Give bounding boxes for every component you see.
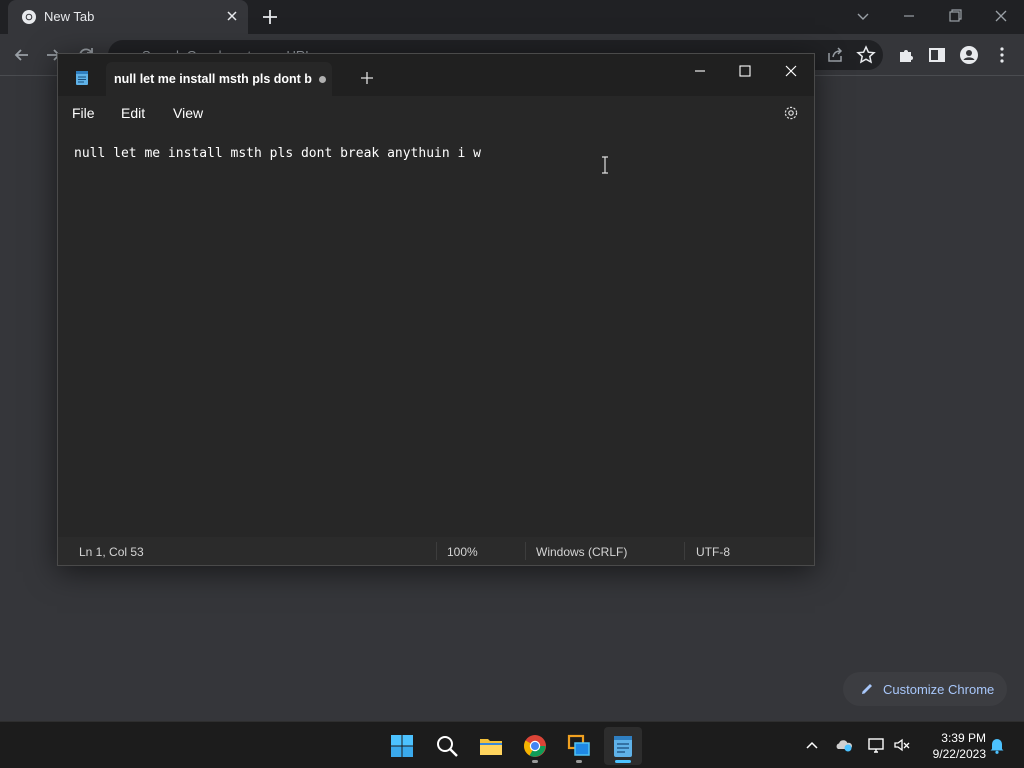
menu-view[interactable]: View bbox=[173, 105, 203, 121]
status-line-ending: Windows (CRLF) bbox=[536, 545, 628, 559]
menu-edit[interactable]: Edit bbox=[121, 105, 145, 121]
notepad-menubar: File Edit View bbox=[58, 96, 814, 132]
notepad-icon bbox=[614, 736, 632, 757]
menu-file[interactable]: File bbox=[72, 105, 95, 121]
status-divider bbox=[684, 542, 685, 560]
taskbar-file-explorer[interactable] bbox=[472, 727, 510, 765]
settings-gear-icon[interactable] bbox=[782, 104, 800, 122]
tab-search-icon[interactable] bbox=[849, 4, 877, 28]
back-icon[interactable] bbox=[11, 44, 33, 66]
onedrive-icon[interactable] bbox=[834, 735, 854, 755]
taskbar-chrome[interactable] bbox=[516, 727, 554, 765]
notepad-content: null let me install msth pls dont break … bbox=[74, 146, 481, 161]
taskbar-remote-app[interactable] bbox=[560, 727, 598, 765]
status-divider bbox=[436, 542, 437, 560]
extensions-icon[interactable] bbox=[895, 44, 917, 66]
active-indicator bbox=[615, 760, 631, 763]
system-clock[interactable]: 3:39 PM 9/22/2023 bbox=[920, 730, 986, 762]
chrome-icon bbox=[524, 735, 546, 757]
close-tab-icon[interactable] bbox=[223, 7, 241, 25]
network-icon[interactable] bbox=[866, 735, 886, 755]
customize-chrome-label: Customize Chrome bbox=[883, 682, 995, 697]
share-icon[interactable] bbox=[824, 44, 846, 66]
chrome-tab-title: New Tab bbox=[44, 9, 95, 24]
remote-app-icon bbox=[567, 734, 590, 756]
clock-date: 9/22/2023 bbox=[932, 747, 986, 761]
status-divider bbox=[525, 542, 526, 560]
notepad-tab-title: null let me install msth pls dont b bbox=[114, 72, 312, 86]
customize-chrome-button[interactable]: Customize Chrome bbox=[843, 672, 1007, 706]
clock-time: 3:39 PM bbox=[941, 731, 986, 745]
chrome-favicon-icon bbox=[22, 10, 36, 24]
volume-muted-icon[interactable] bbox=[892, 735, 912, 755]
notepad-window: null let me install msth pls dont b File… bbox=[57, 53, 815, 566]
start-button[interactable] bbox=[383, 727, 421, 765]
text-cursor-icon bbox=[602, 156, 608, 174]
status-zoom: 100% bbox=[447, 545, 478, 559]
profile-icon[interactable] bbox=[958, 44, 980, 66]
notepad-statusbar: Ln 1, Col 53 100% Windows (CRLF) UTF-8 bbox=[58, 537, 814, 565]
new-tab-button[interactable] bbox=[259, 6, 281, 28]
bookmark-star-icon[interactable] bbox=[855, 44, 877, 66]
notification-bell-icon[interactable] bbox=[987, 735, 1007, 755]
notepad-minimize-icon[interactable] bbox=[680, 57, 720, 85]
notepad-close-icon[interactable] bbox=[771, 57, 811, 85]
chrome-tab-new-tab[interactable]: New Tab bbox=[8, 0, 248, 34]
running-indicator bbox=[576, 760, 582, 763]
minimize-icon[interactable] bbox=[895, 4, 923, 28]
pencil-icon bbox=[862, 684, 872, 694]
side-panel-icon[interactable] bbox=[926, 44, 948, 66]
file-explorer-icon bbox=[480, 739, 502, 755]
search-icon bbox=[437, 736, 458, 757]
notepad-maximize-icon[interactable] bbox=[725, 57, 765, 85]
unsaved-indicator-icon[interactable] bbox=[319, 76, 326, 83]
status-encoding: UTF-8 bbox=[696, 545, 730, 559]
notepad-document-tab[interactable]: null let me install msth pls dont b bbox=[106, 62, 332, 96]
notepad-text-area[interactable]: null let me install msth pls dont break … bbox=[58, 132, 814, 537]
notepad-titlebar[interactable]: null let me install msth pls dont b bbox=[58, 54, 814, 96]
taskbar-notepad[interactable] bbox=[604, 727, 642, 765]
chrome-tabstrip: New Tab bbox=[0, 0, 1024, 34]
taskbar: 3:39 PM 9/22/2023 bbox=[0, 721, 1024, 768]
show-hidden-icons-icon[interactable] bbox=[802, 735, 822, 755]
notepad-new-tab-button[interactable] bbox=[359, 70, 375, 86]
chrome-menu-icon[interactable] bbox=[991, 44, 1013, 66]
running-indicator bbox=[532, 760, 538, 763]
restore-icon[interactable] bbox=[941, 4, 969, 28]
status-cursor-position: Ln 1, Col 53 bbox=[79, 545, 144, 559]
notepad-app-icon bbox=[76, 71, 88, 85]
start-icon bbox=[391, 735, 413, 757]
close-window-icon[interactable] bbox=[987, 4, 1015, 28]
taskbar-search-button[interactable] bbox=[428, 727, 466, 765]
